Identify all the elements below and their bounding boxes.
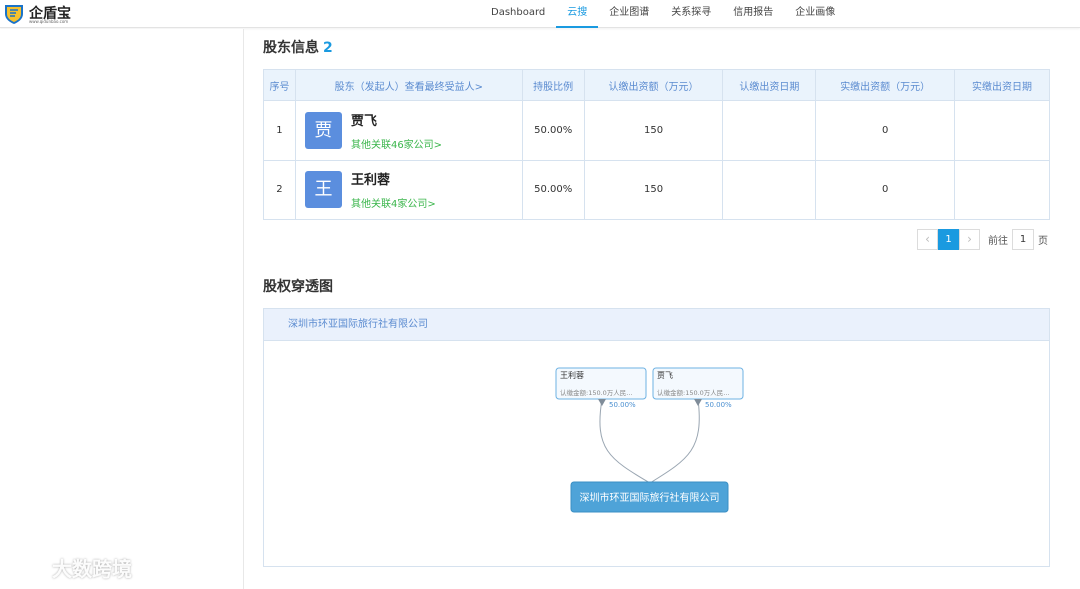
edge-ratio: 50.00%: [609, 401, 636, 409]
arrow-icon: [598, 399, 606, 406]
edge-ratio: 50.00%: [705, 401, 732, 409]
shield-logo-icon: [5, 5, 23, 24]
top-navbar: 企盾宝 www.qidunbao.com Dashboard 云搜 企业图谱 关…: [0, 0, 1080, 28]
col-subscribed-amount: 认缴出资额（万元）: [583, 69, 724, 101]
equity-chart-panel: 深圳市环亚国际旅行社有限公司 王利蓉 认缴金额:150.0万人民... 50.0…: [263, 308, 1050, 567]
col-paid-date: 实缴出资日期: [954, 69, 1050, 101]
edge-curve: [599, 398, 651, 484]
avatar: 王: [304, 171, 342, 209]
col-paid-amount: 实缴出资额（万元）: [815, 69, 956, 101]
shareholders-table: 序号 股东（发起人）查看最终受益人> 持股比例 认缴出资额（万元） 认缴出资日期…: [263, 69, 1050, 220]
table-header-row: 序号 股东（发起人）查看最终受益人> 持股比例 认缴出资额（万元） 认缴出资日期…: [263, 69, 1050, 101]
shareholder-cell: 贾 贾飞 其他关联46家公司>: [294, 100, 523, 161]
shareholder-cell: 王 王利蓉 其他关联4家公司>: [294, 159, 523, 220]
subscribed-date-cell: [722, 159, 817, 220]
brand-url: www.qidunbao.com: [29, 19, 69, 24]
col-subscribed-date: 认缴出资日期: [722, 69, 817, 101]
tab-enterprise-profile[interactable]: 企业画像: [784, 0, 846, 28]
related-companies-link[interactable]: 其他关联4家公司>: [351, 195, 436, 210]
equity-title: 股权穿透图: [263, 279, 333, 295]
main-nav: Dashboard 云搜 企业图谱 关系探寻 信用报告 企业画像: [480, 0, 846, 28]
row-index: 2: [263, 159, 296, 220]
row-index: 1: [263, 100, 296, 161]
node-detail: 认缴金额:150.0万人民...: [560, 388, 633, 397]
related-companies-link[interactable]: 其他关联46家公司>: [351, 136, 442, 151]
equity-graph: 王利蓉 认缴金额:150.0万人民... 50.00% 贾飞 认缴金额:150.…: [555, 367, 744, 513]
subscribed-amount-cell: 150: [583, 159, 724, 220]
tab-cloud-search[interactable]: 云搜: [556, 0, 599, 28]
node-detail: 认缴金额:150.0万人民...: [657, 388, 730, 397]
goto-label: 前往: [988, 236, 1008, 247]
prev-page-button[interactable]: ‹: [917, 229, 938, 250]
ratio-cell: 50.00%: [521, 159, 585, 220]
avatar: 贾: [304, 111, 342, 149]
page-number-current[interactable]: 1: [938, 229, 959, 250]
table-row: 1 贾 贾飞 其他关联46家公司> 50.00% 150 0: [263, 100, 1050, 161]
col-ratio: 持股比例: [521, 69, 585, 101]
watermark-text: 大数跨境: [52, 557, 132, 581]
paid-date-cell: [954, 100, 1050, 161]
paid-amount-cell: 0: [815, 159, 956, 220]
col-shareholder[interactable]: 股东（发起人）查看最终受益人>: [294, 69, 523, 101]
next-page-button[interactable]: ›: [959, 229, 980, 250]
target-company-name: 深圳市环亚国际旅行社有限公司: [580, 491, 720, 504]
watermark: 大数跨境: [8, 553, 132, 582]
tab-credit-report[interactable]: 信用报告: [722, 0, 784, 28]
subscribed-date-cell: [722, 100, 817, 161]
col-index: 序号: [263, 69, 296, 101]
goto-page-input[interactable]: 1: [1012, 229, 1034, 250]
node-name: 贾飞: [657, 371, 673, 380]
graph-node-shareholder[interactable]: 王利蓉 认缴金额:150.0万人民...: [555, 367, 647, 400]
brand-logo[interactable]: 企盾宝 www.qidunbao.com: [3, 3, 79, 25]
tab-dashboard[interactable]: Dashboard: [480, 0, 556, 28]
shareholder-name[interactable]: 王利蓉: [351, 169, 436, 188]
shareholders-title: 股东信息 2: [263, 37, 333, 57]
paid-date-cell: [954, 159, 1050, 220]
paid-amount-cell: 0: [815, 100, 956, 161]
sidebar: [0, 29, 244, 589]
ratio-cell: 50.00%: [521, 100, 585, 161]
page-suffix-label: 页: [1038, 236, 1048, 247]
graph-node-shareholder[interactable]: 贾飞 认缴金额:150.0万人民...: [652, 367, 744, 400]
tab-enterprise-graph[interactable]: 企业图谱: [598, 0, 660, 28]
shareholders-count: 2: [323, 40, 333, 56]
arrow-icon: [694, 399, 702, 406]
subscribed-amount-cell: 150: [583, 100, 724, 161]
tab-relation-explore[interactable]: 关系探寻: [660, 0, 722, 28]
shareholders-title-text: 股东信息: [263, 40, 319, 56]
shareholder-name[interactable]: 贾飞: [351, 110, 442, 129]
pagination: ‹ 1 › 前往 1 页: [917, 229, 1048, 250]
edge-curve: [649, 398, 700, 484]
watermark-logo-icon: [9, 557, 47, 578]
graph-node-company[interactable]: 深圳市环亚国际旅行社有限公司: [570, 481, 729, 513]
node-name: 王利蓉: [560, 370, 584, 380]
table-row: 2 王 王利蓉 其他关联4家公司> 50.00% 150 0: [263, 159, 1050, 220]
